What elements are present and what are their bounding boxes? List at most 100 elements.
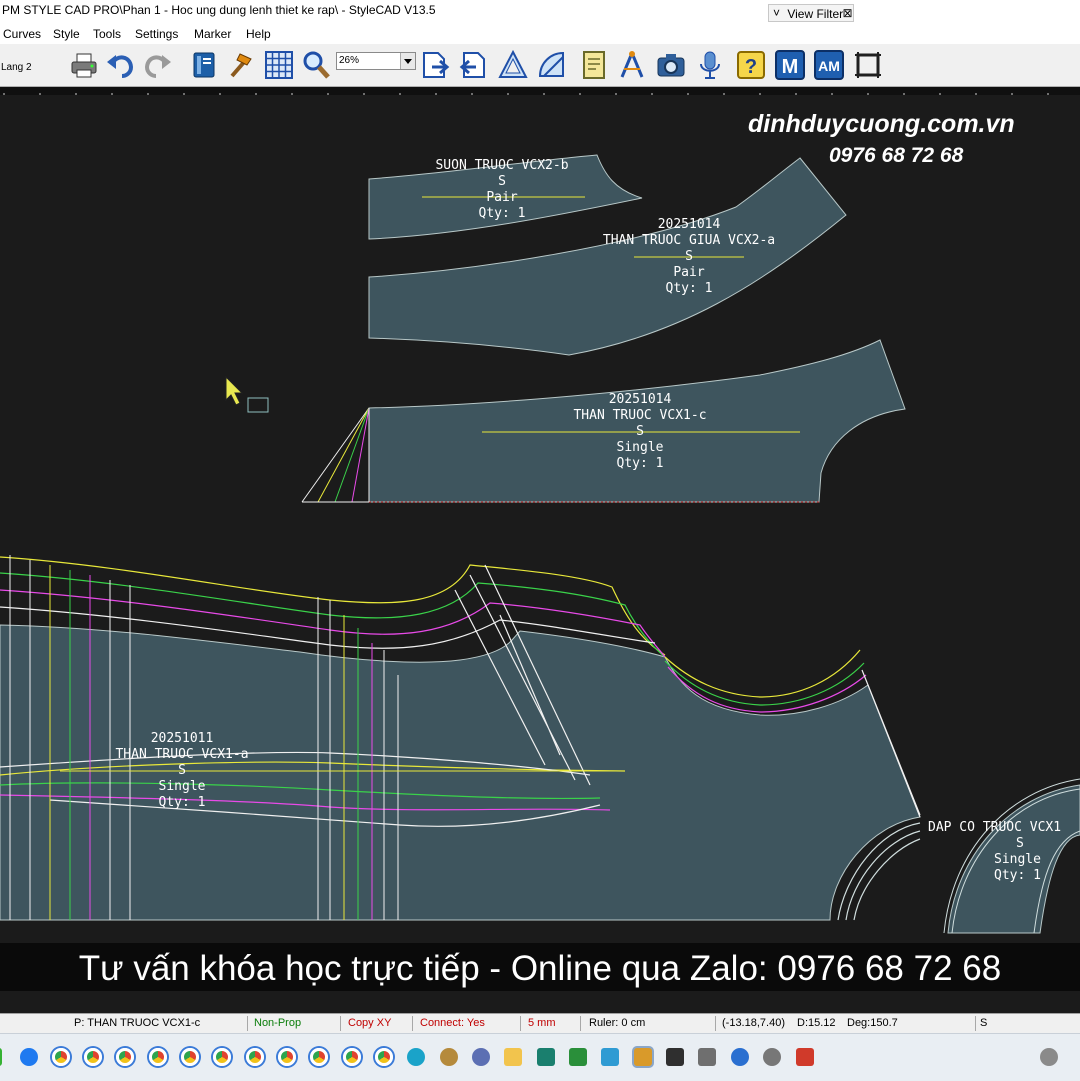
camera-icon[interactable] [655,49,687,81]
book-icon[interactable] [188,49,220,81]
redo-icon[interactable] [142,49,174,81]
view-filter-button[interactable]: ˅ View Filter ⊠ [768,4,854,22]
status-mode[interactable]: Non-Prop [254,1017,301,1029]
microphone-icon[interactable] [694,49,726,81]
watermark-phone: 0976 68 72 68 [829,144,964,167]
caption-banner: Tư vấn khóa học trực tiếp - Online qua Z… [0,943,1080,991]
status-copy[interactable]: Copy XY [348,1017,391,1029]
layer-label: Lang 2 [1,62,32,73]
piece-mode: Pair [486,190,518,205]
undo-icon[interactable] [104,49,136,81]
printer-icon[interactable] [68,49,100,81]
divider [412,1016,413,1031]
menu-marker[interactable]: Marker [194,27,231,41]
menu-bar: Curves Style Tools Settings Marker Help [0,24,1080,44]
stylecad-icon[interactable] [634,1048,652,1066]
menu-tools[interactable]: Tools [93,27,121,41]
chrome-icon[interactable] [310,1048,328,1066]
status-piece: P: THAN TRUOC VCX1-c [74,1017,201,1029]
menu-curves[interactable]: Curves [3,27,41,41]
piece-label: 20251014 THAN TRUOC GIUA VCX2-a S Pair Q… [579,217,799,297]
piece-label: DAP CO TRUOC VCX1 S Single Qty: 1 [928,820,1078,884]
mouse-pointer-icon [225,375,269,413]
chrome-icon[interactable] [181,1048,199,1066]
set-square-icon[interactable] [497,49,529,81]
piece-date: 20251011 [150,731,214,746]
menu-settings[interactable]: Settings [135,27,178,41]
page-import-icon[interactable] [458,49,490,81]
menu-style[interactable]: Style [53,27,80,41]
zalo-icon[interactable] [20,1048,38,1066]
app-icon[interactable] [440,1048,458,1066]
chrome-icon[interactable] [213,1048,231,1066]
refresh-icon[interactable] [1040,1048,1058,1066]
zoom-select[interactable]: 26% [336,52,416,70]
piece-qty: Qty: 1 [616,456,664,471]
piece-mode: Single [994,852,1041,867]
app-icon[interactable] [731,1048,749,1066]
chrome-icon[interactable] [116,1048,134,1066]
status-distance: D:15.12 [797,1017,836,1029]
chrome-icon[interactable] [343,1048,361,1066]
window-title: PM STYLE CAD PRO\Phan 1 - Hoc ung dung l… [2,3,436,17]
piece-qty: Qty: 1 [478,206,526,221]
am-icon[interactable]: AM [813,49,845,81]
frame-icon[interactable] [852,49,884,81]
zoom-magnifier-icon[interactable] [300,49,332,81]
svg-text:M: M [782,56,799,78]
status-bar: P: THAN TRUOC VCX1-c Non-Prop Copy XY Co… [0,1013,1080,1033]
app-icon[interactable] [796,1048,814,1066]
chrome-icon[interactable] [52,1048,70,1066]
app-icon[interactable] [537,1048,555,1066]
protractor-icon[interactable] [536,49,568,81]
piece-size: S [685,249,693,264]
divider [520,1016,521,1031]
compass-icon[interactable] [616,49,648,81]
chrome-icon[interactable] [375,1048,393,1066]
horizontal-ruler [0,87,1080,100]
piece-qty: Qty: 1 [158,795,206,810]
app-icon[interactable] [698,1048,716,1066]
svg-text:?: ? [745,56,757,78]
page-export-icon[interactable] [420,49,452,81]
note-icon[interactable] [578,49,610,81]
help-icon[interactable]: ? [735,49,767,81]
file-explorer-icon[interactable] [504,1048,522,1066]
chevron-down-icon[interactable] [400,53,415,69]
chrome-icon[interactable] [149,1048,167,1066]
chrome-icon[interactable] [246,1048,264,1066]
divider [580,1016,581,1031]
hammer-icon[interactable] [225,49,257,81]
watermark-website: dinhduycuong.com.vn [748,110,1015,138]
settings-icon[interactable] [763,1048,781,1066]
app-icon[interactable] [666,1048,684,1066]
grid-icon[interactable] [263,49,295,81]
piece-mode: Single [158,779,206,794]
app-icon[interactable] [569,1048,587,1066]
divider [715,1016,716,1031]
piece-name: THAN TRUOC VCX1-a [115,747,249,762]
piece-size: S [636,424,644,439]
title-bar: PM STYLE CAD PRO\Phan 1 - Hoc ung dung l… [0,0,1080,24]
piece-size: S [178,763,186,778]
menu-help[interactable]: Help [246,27,271,41]
divider [340,1016,341,1031]
windows-start-icon[interactable] [0,1048,2,1066]
edge-icon[interactable] [407,1048,425,1066]
piece-qty: Qty: 1 [665,281,713,296]
piece-label: 20251014 THAN TRUOC VCX1-c S Single Qty:… [540,392,740,472]
piece-qty: Qty: 1 [994,868,1041,883]
drawing-canvas[interactable]: SUON TRUOC VCX2-b S Pair Qty: 1 20251014… [0,95,1080,1013]
piece-date: 20251014 [657,217,721,232]
piece-mode: Single [616,440,664,455]
divider [247,1016,248,1031]
app-icon[interactable] [601,1048,619,1066]
status-step[interactable]: 5 mm [528,1017,556,1029]
m-icon[interactable]: M [774,49,806,81]
status-connect[interactable]: Connect: Yes [420,1017,485,1029]
divider [975,1016,976,1031]
piece-size: S [1016,836,1024,851]
chrome-icon[interactable] [278,1048,296,1066]
app-icon[interactable] [472,1048,490,1066]
chrome-icon[interactable] [84,1048,102,1066]
